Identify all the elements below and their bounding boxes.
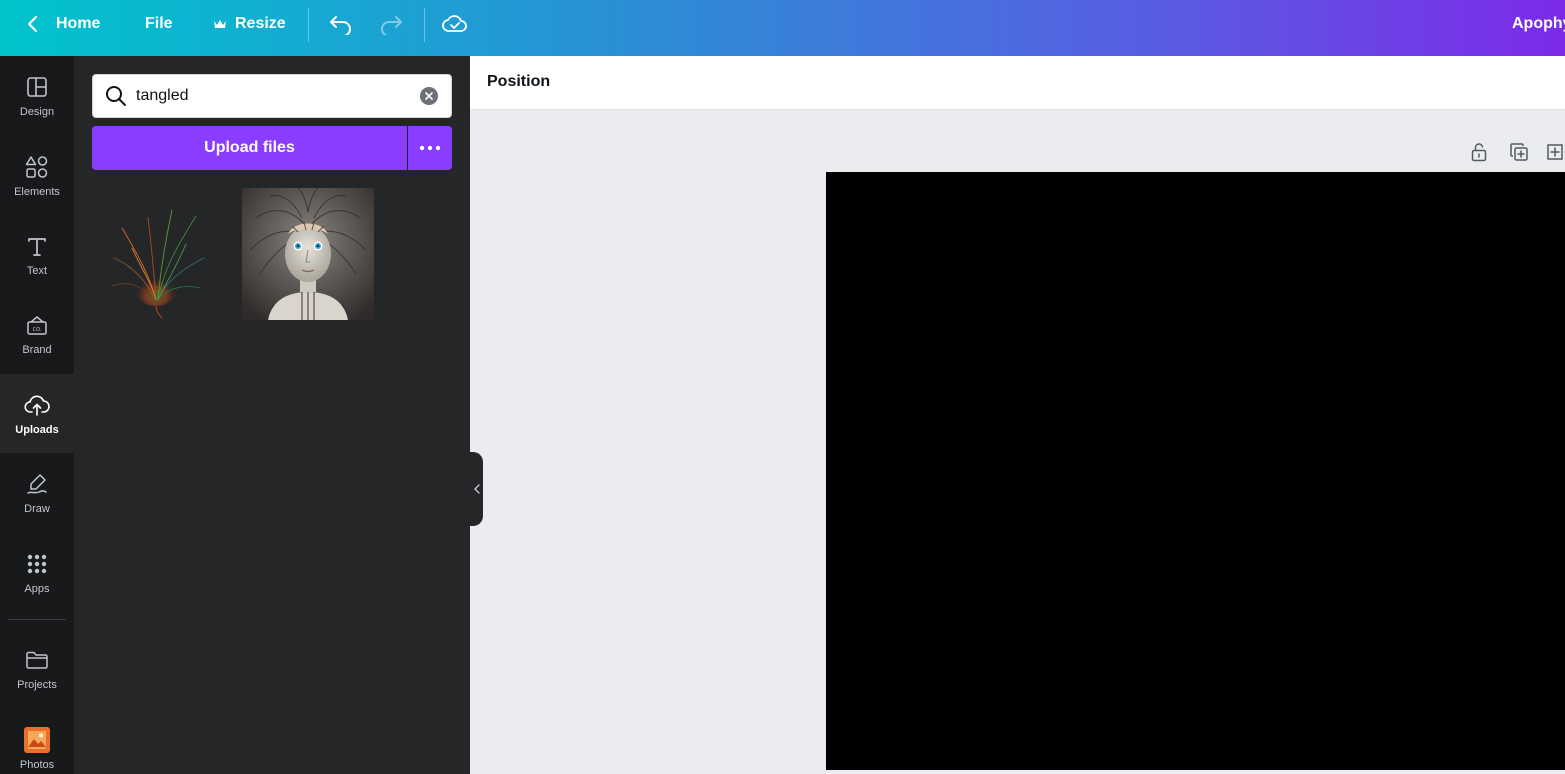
rail-item-label: Text: [26, 264, 48, 277]
design-page-canvas[interactable]: [826, 172, 1565, 770]
add-page-icon: [1545, 142, 1565, 162]
rail-item-label: Design: [19, 105, 55, 118]
redo-icon: [378, 13, 404, 35]
home-button[interactable]: Home: [26, 0, 100, 48]
shapes-icon: [24, 154, 50, 180]
rail-divider: [8, 619, 66, 620]
rail-item-photos[interactable]: Photos: [0, 709, 74, 774]
rail-item-label: Brand: [22, 343, 52, 356]
folder-icon: [24, 647, 50, 673]
search-input[interactable]: [136, 83, 416, 109]
grid-icon: [24, 551, 50, 577]
fractal-feather-image: [111, 209, 205, 319]
tangled-face-portrait-image: [242, 188, 374, 320]
editor-toolbar: Position: [470, 56, 1565, 110]
cloud-upload-icon: [24, 392, 50, 418]
file-menu-button[interactable]: File: [145, 0, 173, 48]
duplicate-icon: [1509, 142, 1529, 162]
rail-item-brand[interactable]: CO. Brand: [0, 294, 74, 373]
crown-icon: [213, 18, 227, 30]
rail-item-label: Photos: [19, 758, 55, 771]
upload-thumbnail-fractal[interactable]: [92, 188, 224, 320]
cloud-saved-icon: [442, 13, 468, 35]
photo-icon: [24, 726, 50, 753]
rail-item-projects[interactable]: Projects: [0, 629, 74, 708]
undo-button[interactable]: [328, 0, 354, 48]
upload-thumbnail-portrait[interactable]: [242, 188, 374, 320]
brand-icon: CO.: [24, 312, 50, 338]
chevron-left-icon: [473, 484, 480, 494]
search-icon: [105, 85, 127, 107]
upload-group: Upload files: [92, 126, 452, 170]
home-label: Home: [56, 15, 101, 32]
redo-button[interactable]: [378, 0, 404, 48]
left-rail: Design Elements Text CO. Brand Uploads D…: [0, 56, 74, 774]
rail-item-text[interactable]: Text: [0, 215, 74, 294]
svg-text:CO.: CO.: [33, 327, 42, 333]
rail-item-draw[interactable]: Draw: [0, 453, 74, 532]
rail-item-label: Projects: [17, 678, 57, 691]
pen-icon: [24, 471, 50, 497]
rail-item-elements[interactable]: Elements: [0, 136, 74, 215]
layout-icon: [24, 74, 50, 100]
clear-search-icon[interactable]: [420, 87, 438, 105]
divider: [424, 8, 425, 42]
chevron-left-icon: [26, 15, 40, 33]
lock-page-button[interactable]: [1467, 140, 1491, 164]
undo-icon: [328, 13, 354, 35]
divider: [308, 8, 309, 42]
duplicate-page-button[interactable]: [1507, 140, 1531, 164]
design-title[interactable]: Apophy: [1512, 0, 1565, 48]
resize-button[interactable]: Resize: [213, 0, 286, 48]
rail-item-label: Draw: [24, 502, 50, 515]
uploads-panel: Upload files: [74, 56, 470, 774]
collapse-panel-handle[interactable]: [470, 452, 483, 526]
search-box: [92, 74, 452, 118]
save-status-button[interactable]: [442, 0, 468, 48]
lock-icon: [1470, 142, 1488, 162]
rail-item-uploads[interactable]: Uploads: [0, 374, 74, 453]
rail-item-label: Uploads: [15, 423, 59, 436]
resize-label: Resize: [235, 15, 286, 32]
add-page-button[interactable]: [1545, 140, 1565, 164]
rail-item-label: Elements: [14, 185, 60, 198]
text-icon: [24, 233, 50, 259]
top-bar: Home File Resize Apophy: [0, 0, 1565, 56]
upload-files-button[interactable]: Upload files: [92, 126, 407, 170]
file-label: File: [145, 15, 173, 32]
rail-item-label: Apps: [24, 582, 50, 595]
position-button[interactable]: Position: [487, 73, 550, 91]
rail-item-apps[interactable]: Apps: [0, 533, 74, 612]
more-icon: [419, 145, 441, 151]
upload-more-button[interactable]: [408, 126, 452, 170]
rail-item-design[interactable]: Design: [0, 56, 74, 135]
